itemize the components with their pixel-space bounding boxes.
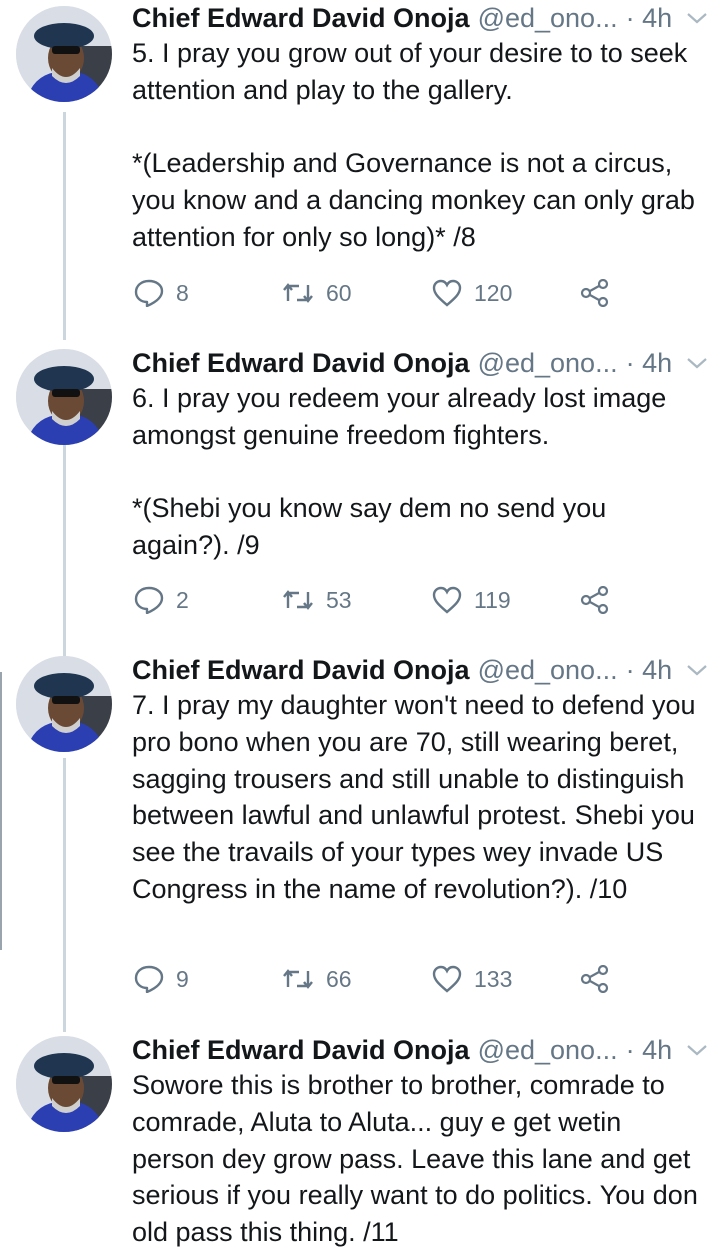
reply-count: 2	[176, 586, 189, 613]
retweet-button[interactable]: 60	[282, 280, 352, 307]
chevron-down-icon[interactable]	[678, 356, 708, 370]
avatar[interactable]	[16, 349, 112, 445]
tweet[interactable]: Chief Edward David Onoja @ed_ono... · 4h…	[0, 1032, 720, 1247]
author-name[interactable]: Chief Edward David Onoja	[132, 348, 470, 379]
author-handle[interactable]: @ed_ono...	[478, 348, 618, 379]
tweet-text: 6. I pray you redeem your already lost i…	[132, 383, 667, 561]
heart-icon	[432, 586, 462, 614]
reply-button[interactable]: 8	[134, 279, 189, 307]
retweet-button[interactable]: 66	[282, 966, 352, 993]
tweet-text: Sowore this is brother to brother, comra…	[132, 1070, 698, 1248]
tweet[interactable]: Chief Edward David Onoja @ed_ono... · 4h…	[0, 345, 720, 655]
author-handle[interactable]: @ed_ono...	[478, 3, 618, 34]
reply-icon	[134, 586, 164, 614]
share-icon	[580, 965, 610, 993]
retweet-icon	[282, 967, 314, 991]
tweet-time[interactable]: · 4h	[626, 1035, 673, 1066]
tweet[interactable]: Chief Edward David Onoja @ed_ono... · 4h…	[0, 0, 720, 330]
chevron-down-icon[interactable]	[678, 11, 708, 25]
author-name[interactable]: Chief Edward David Onoja	[132, 3, 470, 34]
retweet-icon	[282, 281, 314, 305]
avatar[interactable]	[16, 656, 112, 752]
author-name[interactable]: Chief Edward David Onoja	[132, 655, 470, 686]
author-handle[interactable]: @ed_ono...	[478, 1035, 618, 1066]
like-count: 133	[474, 965, 513, 992]
tweet-time[interactable]: · 4h	[626, 3, 673, 34]
reply-button[interactable]: 9	[134, 965, 189, 993]
reply-icon	[134, 965, 164, 993]
retweet-icon	[282, 588, 314, 612]
share-icon	[580, 586, 610, 614]
tweet-text: 7. I pray my daughter won't need to defe…	[132, 690, 696, 904]
tweet[interactable]: Chief Edward David Onoja @ed_ono... · 4h…	[0, 652, 720, 1022]
share-button[interactable]	[580, 279, 610, 307]
tweet-time[interactable]: · 4h	[626, 348, 673, 379]
chevron-down-icon[interactable]	[678, 663, 708, 677]
reply-count: 9	[176, 965, 189, 992]
retweet-count: 60	[326, 279, 352, 306]
share-button[interactable]	[580, 965, 610, 993]
like-button[interactable]: 119	[432, 586, 511, 614]
heart-icon	[432, 279, 462, 307]
reply-button[interactable]: 2	[134, 586, 189, 614]
share-button[interactable]	[580, 586, 610, 614]
like-count: 120	[474, 279, 513, 306]
like-button[interactable]: 133	[432, 965, 512, 993]
like-count: 119	[474, 586, 511, 613]
retweet-button[interactable]: 53	[282, 587, 352, 614]
reply-icon	[134, 279, 164, 307]
avatar[interactable]	[16, 6, 112, 102]
avatar[interactable]	[16, 1036, 112, 1132]
chevron-down-icon[interactable]	[678, 1043, 708, 1057]
heart-icon	[432, 965, 462, 993]
retweet-count: 66	[326, 965, 352, 992]
author-handle[interactable]: @ed_ono...	[478, 655, 618, 686]
reply-count: 8	[176, 279, 189, 306]
tweet-text: 5. I pray you grow out of your desire to…	[132, 38, 695, 252]
like-button[interactable]: 120	[432, 279, 512, 307]
author-name[interactable]: Chief Edward David Onoja	[132, 1035, 470, 1066]
tweet-time[interactable]: · 4h	[626, 655, 673, 686]
share-icon	[580, 279, 610, 307]
retweet-count: 53	[326, 586, 352, 613]
